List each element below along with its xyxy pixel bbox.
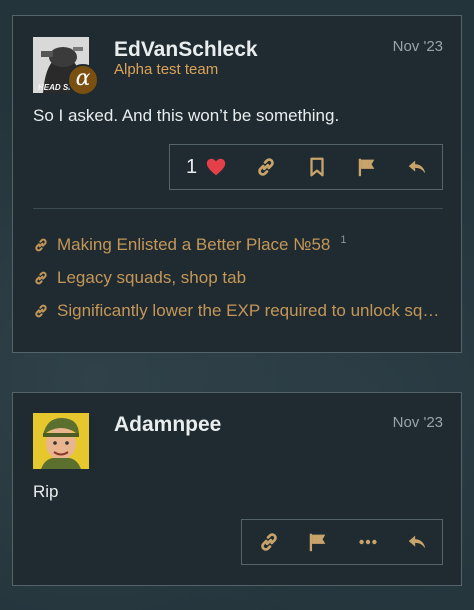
user-title: Alpha test team [114, 61, 219, 78]
link-icon [261, 533, 277, 551]
flag-button[interactable] [356, 156, 378, 178]
username[interactable]: Adamnpee [114, 413, 221, 437]
avatar-image [33, 413, 89, 469]
more-icon [359, 539, 377, 545]
flag-button[interactable] [307, 531, 329, 553]
reply-icon [408, 160, 426, 174]
post-body: So I asked. And this won’t be something. [33, 106, 340, 125]
linked-topic[interactable]: Significantly lower the EXP required to … [33, 294, 445, 327]
like-count: 1 [186, 155, 198, 178]
like-button[interactable]: 1 [186, 156, 227, 179]
post-date[interactable]: Nov '23 [393, 38, 443, 55]
bookmark-icon [309, 157, 324, 177]
post-actions [241, 519, 443, 565]
more-button[interactable] [357, 531, 379, 553]
reply-button[interactable] [406, 156, 428, 178]
divider [33, 208, 443, 209]
flag-icon [310, 533, 326, 552]
link-icon [35, 238, 47, 251]
post-card: Adamnpee Nov '23 Rip [12, 392, 462, 586]
link-icon [35, 271, 47, 284]
post-date[interactable]: Nov '23 [393, 414, 443, 431]
linked-topic-title: Making Enlisted a Better Place №58 [57, 234, 331, 254]
heart-icon [206, 158, 226, 176]
linked-topics: Making Enlisted a Better Place №58 1 Leg… [33, 228, 445, 327]
copy-link-button[interactable] [258, 531, 280, 553]
reply-icon [408, 535, 426, 549]
link-icon [35, 304, 47, 317]
username[interactable]: EdVanSchleck [114, 38, 258, 62]
linked-topic-title: Legacy squads, shop tab [57, 267, 247, 287]
linked-topic-count: 1 [340, 233, 347, 246]
flag-icon [358, 158, 375, 177]
post-actions: 1 [169, 144, 443, 190]
post-body: Rip [33, 482, 59, 501]
avatar[interactable] [33, 413, 89, 469]
linked-topic[interactable]: Making Enlisted a Better Place №58 1 [33, 228, 445, 261]
bookmark-button[interactable] [306, 156, 328, 178]
linked-topic[interactable]: Legacy squads, shop tab [33, 261, 445, 294]
alpha-badge-icon: α [67, 64, 99, 96]
post-card: HEAD SH α EdVanSchleck Alpha test team N… [12, 15, 462, 353]
link-icon [258, 158, 275, 176]
reply-button[interactable] [406, 531, 428, 553]
linked-topic-title: Significantly lower the EXP required to … [57, 300, 445, 320]
copy-link-button[interactable] [255, 156, 277, 178]
